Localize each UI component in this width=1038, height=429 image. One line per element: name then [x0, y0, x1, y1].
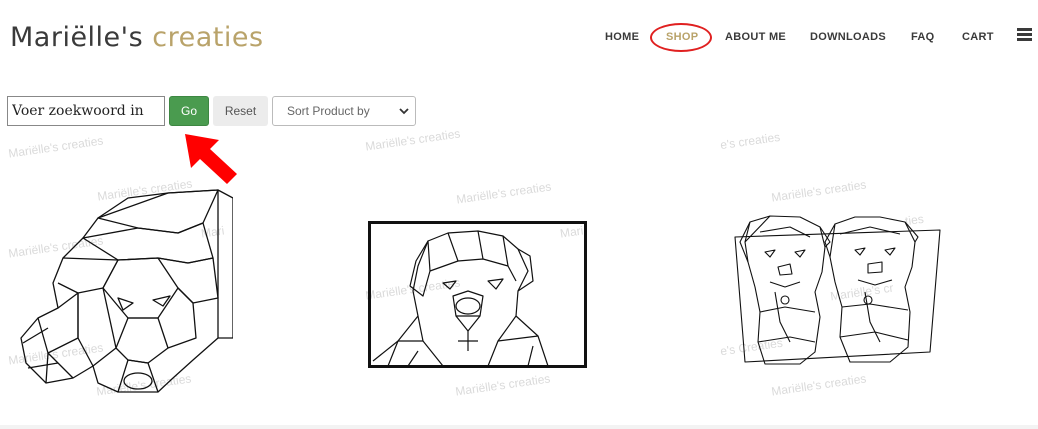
go-button[interactable]: Go	[169, 96, 209, 126]
logo-name-part1: Mariëlle's	[10, 22, 144, 53]
content-bottom-divider	[0, 425, 1038, 429]
watermark: e's creaties	[719, 129, 782, 153]
reset-button[interactable]: Reset	[213, 96, 268, 126]
product-two-dogs-image[interactable]	[730, 212, 945, 372]
nav-about-me[interactable]: ABOUT ME	[725, 31, 786, 43]
red-arrow-icon	[185, 134, 237, 184]
product-lying-dog-image[interactable]	[18, 188, 233, 394]
sort-product-select[interactable]: Sort Product by	[272, 96, 416, 126]
watermark: Mariëlle's creaties	[364, 126, 462, 154]
nav-downloads[interactable]: DOWNLOADS	[810, 31, 886, 43]
site-logo[interactable]: Mariëlle's creaties	[10, 22, 264, 53]
nav-home[interactable]: HOME	[605, 31, 639, 43]
search-input[interactable]	[7, 96, 165, 126]
logo-name-part2: creaties	[152, 22, 264, 53]
sort-select-label: Sort Product by	[287, 104, 370, 118]
nav-cart[interactable]: CART	[962, 31, 994, 43]
hamburger-icon[interactable]	[1017, 28, 1032, 42]
nav-faq[interactable]: FAQ	[911, 31, 935, 43]
product-framed-dog-image[interactable]	[368, 221, 587, 368]
shop-highlight-circle	[650, 23, 712, 52]
chevron-down-icon	[399, 108, 409, 115]
watermark: Mariëlle's creaties	[770, 371, 868, 399]
watermark: Mariëlle's creaties	[454, 371, 552, 399]
watermark: Mariëlle's creaties	[455, 179, 553, 207]
watermark: Mariëlle's creaties	[770, 177, 868, 205]
watermark: Mariëlle's creaties	[7, 133, 105, 161]
